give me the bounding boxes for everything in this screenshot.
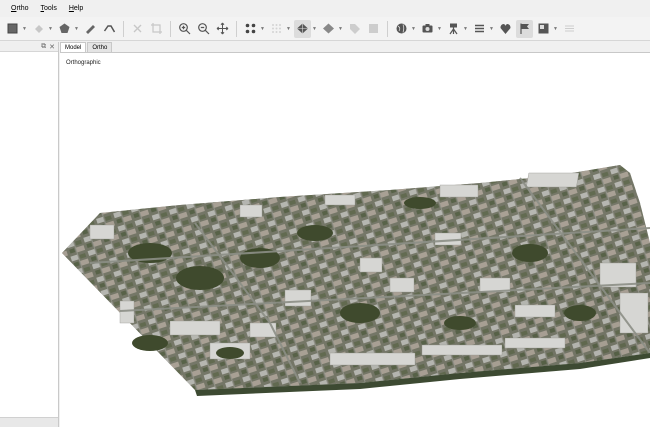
grid-points-icon[interactable] [268, 20, 285, 38]
polygon-icon[interactable] [56, 20, 73, 38]
points-icon[interactable] [242, 20, 259, 38]
chevron-down-icon[interactable]: ▼ [489, 20, 494, 38]
workspace-panel: ⧉ ✕ [0, 42, 59, 427]
chevron-down-icon[interactable]: ▼ [286, 20, 291, 38]
tripod-icon[interactable] [445, 20, 462, 38]
toolbar-separator [387, 20, 388, 37]
city-3d-model [62, 165, 650, 396]
toolbar-separator [123, 20, 124, 37]
close-icon[interactable]: ✕ [49, 43, 55, 51]
chevron-down-icon[interactable]: ▼ [260, 20, 265, 38]
polyline-icon[interactable] [101, 20, 118, 38]
move-icon[interactable] [214, 20, 231, 38]
panel-header: ⧉ ✕ [0, 42, 58, 52]
main-toolbar: ▼ ▼ ▼ ▼ ▼ ▼ ▼ ▼ ▼ ▼ ▼ ▼ [0, 17, 650, 41]
chevron-down-icon[interactable]: ▼ [312, 20, 317, 38]
app-window: Ortho Tools Help ▼ ▼ ▼ ▼ ▼ ▼ ▼ ▼ ▼ ▼ ▼ ▼… [0, 0, 650, 427]
model-view-icon[interactable] [294, 19, 311, 38]
menu-bar: Ortho Tools Help [0, 0, 650, 17]
zoom-in-icon[interactable] [176, 20, 193, 38]
chevron-down-icon[interactable]: ▼ [48, 20, 53, 38]
camera-icon[interactable] [419, 20, 436, 38]
crop-icon[interactable] [148, 20, 165, 38]
chevron-down-icon[interactable]: ▼ [553, 20, 558, 38]
shape-icon[interactable] [497, 20, 514, 38]
float-icon[interactable]: ⧉ [41, 43, 46, 51]
ruler-icon[interactable] [82, 20, 99, 38]
globe-icon[interactable] [393, 20, 410, 38]
chevron-down-icon[interactable]: ▼ [463, 20, 468, 38]
list-icon[interactable] [471, 20, 488, 38]
menu-help[interactable]: Help [69, 5, 83, 12]
texture-icon[interactable] [365, 20, 382, 38]
toolbar-separator [170, 20, 171, 37]
select-box-icon[interactable] [4, 20, 21, 38]
zoom-out-icon[interactable] [195, 20, 212, 38]
more-icon[interactable] [561, 20, 578, 38]
chevron-down-icon[interactable]: ▼ [437, 20, 442, 38]
model-viewport[interactable]: Orthographic [60, 52, 650, 427]
chevron-down-icon[interactable]: ▼ [74, 20, 79, 38]
toolbar-separator [236, 20, 237, 37]
model-solid-icon[interactable] [320, 20, 337, 38]
fill-icon[interactable] [30, 20, 47, 38]
projection-label: Orthographic [66, 60, 101, 66]
horizontal-scrollbar[interactable] [0, 417, 58, 427]
chevron-down-icon[interactable]: ▼ [22, 20, 27, 38]
tag-icon[interactable] [346, 20, 363, 38]
flag-icon[interactable] [516, 19, 533, 38]
chevron-down-icon[interactable]: ▼ [411, 20, 416, 38]
menu-tools[interactable]: Tools [41, 5, 57, 12]
chevron-down-icon[interactable]: ▼ [338, 20, 343, 38]
menu-ortho[interactable]: Ortho [11, 5, 29, 12]
delete-icon[interactable] [129, 20, 146, 38]
ortho-view-icon[interactable] [535, 20, 552, 38]
